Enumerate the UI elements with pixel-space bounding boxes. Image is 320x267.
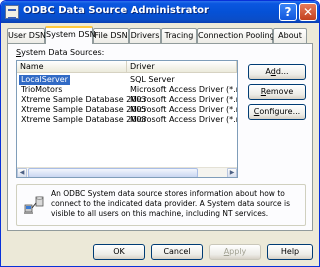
- data-source-driver: Microsoft Access Driver (*.mdb: [130, 115, 237, 124]
- apply-button[interactable]: Apply: [209, 244, 261, 260]
- data-source-driver: Microsoft Access Driver (*.mdb: [130, 95, 237, 104]
- tab-tracing[interactable]: Tracing: [161, 28, 197, 43]
- column-header-name[interactable]: Name: [17, 61, 127, 73]
- remove-button[interactable]: Remove: [248, 84, 306, 100]
- list-header: Name Driver: [17, 61, 237, 73]
- data-source-driver: Microsoft Access Driver (*.mdb: [130, 85, 237, 94]
- scroll-left-icon[interactable]: ◀: [17, 168, 27, 177]
- help-title-button[interactable]: ?: [279, 3, 297, 21]
- tab-system-dsn[interactable]: System DSN: [45, 26, 96, 44]
- help-button[interactable]: Help: [267, 244, 313, 260]
- window-title: ODBC Data Source Administrator: [23, 5, 209, 16]
- data-source-driver: Microsoft Access Driver (*.mdb: [130, 105, 237, 114]
- add-button[interactable]: Add...: [248, 64, 306, 80]
- tab-connection-pooling[interactable]: Connection Pooling: [197, 28, 275, 43]
- list-item[interactable]: LocalServer SQL Server: [17, 75, 237, 85]
- column-header-driver[interactable]: Driver: [127, 61, 237, 73]
- data-sources-list[interactable]: Name Driver LocalServer SQL Server TrioM…: [16, 60, 238, 178]
- scroll-right-icon[interactable]: ▶: [227, 168, 237, 177]
- tab-drivers[interactable]: Drivers: [129, 28, 161, 43]
- cancel-button[interactable]: Cancel: [151, 244, 203, 260]
- tab-file-dsn[interactable]: File DSN: [93, 28, 129, 43]
- info-description: An ODBC System data source stores inform…: [51, 189, 291, 218]
- data-source-name: Xtreme Sample Database 2008: [21, 115, 147, 124]
- tab-user-dsn[interactable]: User DSN: [7, 28, 46, 43]
- list-item[interactable]: Xtreme Sample Database 2003 Microsoft Ac…: [17, 95, 237, 105]
- system-dsn-panel: System Data Sources: Name Driver LocalSe…: [7, 43, 313, 231]
- data-source-driver: SQL Server: [130, 75, 175, 84]
- data-source-name: Xtreme Sample Database 2005: [21, 105, 147, 114]
- list-item[interactable]: Xtreme Sample Database 2005 Microsoft Ac…: [17, 105, 237, 115]
- scrollbar-thumb[interactable]: [28, 168, 198, 177]
- tab-strip: User DSN System DSN File DSN Drivers Tra…: [7, 26, 313, 44]
- list-item[interactable]: Xtreme Sample Database 2008 Microsoft Ac…: [17, 115, 237, 125]
- data-source-name: TrioMotors: [21, 85, 63, 94]
- odbc-administrator-window: ODBC Data Source Administrator ? ✕ User …: [0, 0, 320, 267]
- configure-button[interactable]: Configure...: [248, 104, 306, 120]
- data-source-name: LocalServer: [19, 75, 70, 85]
- title-bar[interactable]: ODBC Data Source Administrator ? ✕: [1, 1, 319, 23]
- ok-button[interactable]: OK: [93, 244, 145, 260]
- close-title-button[interactable]: ✕: [299, 3, 317, 21]
- list-item[interactable]: TrioMotors Microsoft Access Driver (*.md…: [17, 85, 237, 95]
- info-box: An ODBC System data source stores inform…: [16, 184, 306, 226]
- horizontal-scrollbar[interactable]: ◀ ▶: [17, 167, 237, 177]
- tab-about[interactable]: About: [273, 28, 307, 43]
- system-data-sources-label: System Data Sources:: [16, 48, 105, 57]
- odbc-app-icon: [5, 5, 19, 19]
- network-data-source-icon: [24, 196, 44, 214]
- data-source-name: Xtreme Sample Database 2003: [21, 95, 147, 104]
